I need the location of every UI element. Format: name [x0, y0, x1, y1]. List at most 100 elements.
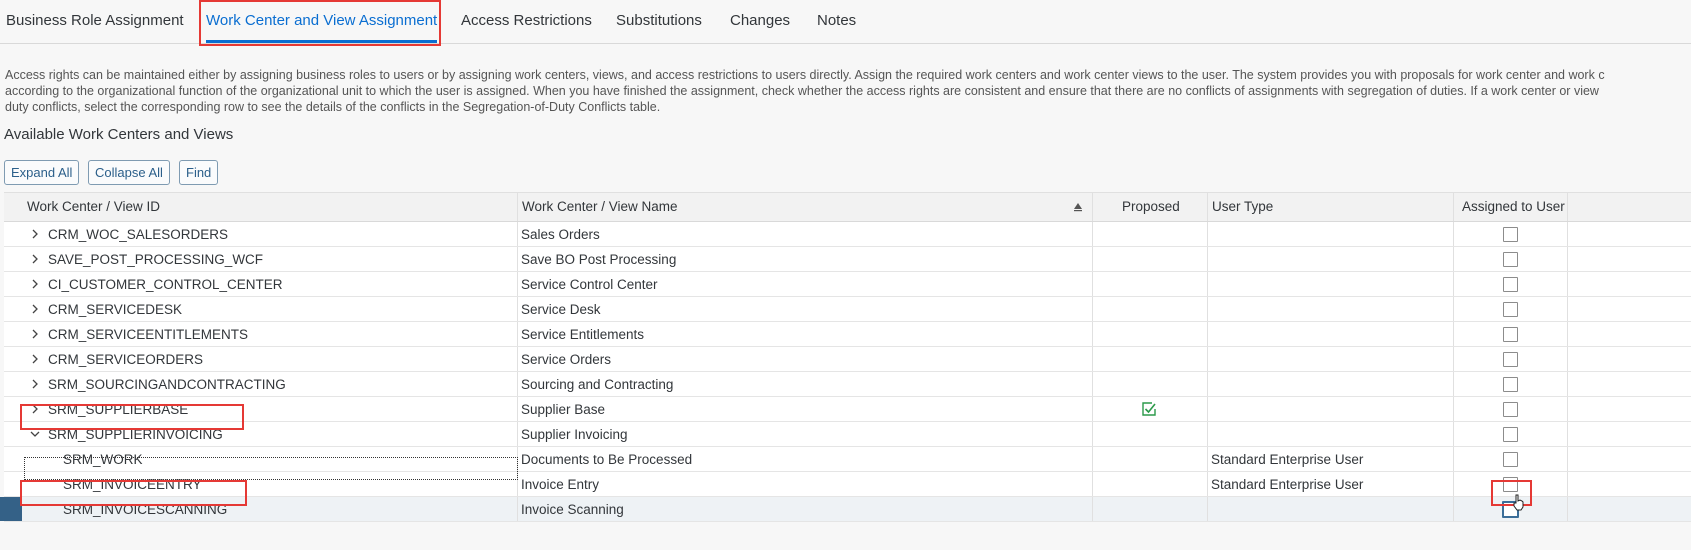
column-divider: [1567, 347, 1568, 371]
cell-id: CRM_WOC_SALESORDERS: [48, 227, 229, 242]
table-row[interactable]: SRM_INVOICEENTRY Invoice Entry Standard En…: [4, 472, 1691, 497]
assigned-checkbox[interactable]: [1503, 477, 1518, 492]
column-divider: [517, 372, 518, 396]
cell-name: Sales Orders: [521, 227, 600, 242]
cell-name: Invoice Entry: [521, 477, 600, 492]
column-divider: [1453, 347, 1454, 371]
table-row[interactable]: CRM_SERVICEDESK Service Desk: [4, 297, 1691, 322]
column-divider: [1092, 397, 1093, 421]
row-selection-marker[interactable]: [0, 497, 22, 521]
tab-access-restrictions[interactable]: Access Restrictions: [461, 0, 592, 44]
expand-all-button[interactable]: Expand All: [4, 160, 80, 185]
assigned-checkbox[interactable]: [1503, 277, 1518, 292]
column-divider: [1453, 247, 1454, 271]
column-divider: [517, 347, 518, 371]
tab-label: Changes: [730, 12, 791, 29]
column-divider: [1453, 372, 1454, 396]
assigned-checkbox[interactable]: [1503, 302, 1518, 317]
description-line: duty conflicts, select the corresponding…: [5, 100, 661, 114]
column-divider: [517, 447, 518, 471]
chevron-right-icon[interactable]: [30, 254, 40, 264]
column-divider: [517, 472, 518, 496]
column-header-user-type[interactable]: User Type: [1212, 193, 1273, 221]
column-divider: [1453, 497, 1454, 521]
table-row[interactable]: SRM_WORK Documents to Be Processed Standar…: [4, 447, 1691, 472]
assigned-checkbox[interactable]: [1503, 377, 1518, 392]
assigned-checkbox[interactable]: [1503, 427, 1518, 442]
table-row[interactable]: SRM_SUPPLIERBASE Supplier Base: [4, 397, 1691, 422]
column-divider: [1207, 447, 1208, 471]
column-header-id[interactable]: Work Center / View ID: [27, 193, 160, 221]
column-divider: [517, 272, 518, 296]
column-divider: [1567, 272, 1568, 296]
assigned-checkbox[interactable]: [1503, 402, 1518, 417]
tab-label: Work Center and View Assignment: [206, 12, 438, 29]
chevron-right-icon[interactable]: [30, 404, 40, 414]
tab-business-role-assignment[interactable]: Business Role Assignment: [6, 0, 184, 44]
table-row[interactable]: CRM_SERVICEENTITLEMENTS Service Entitleme…: [4, 322, 1691, 347]
active-tab-underline: [206, 40, 438, 43]
cell-id: SRM_SUPPLIERINVOICING: [48, 427, 223, 442]
cell-id: CRM_SERVICEENTITLEMENTS: [48, 327, 249, 342]
column-divider: [1207, 347, 1208, 371]
assigned-checkbox[interactable]: [1503, 352, 1518, 367]
chevron-right-icon[interactable]: [30, 354, 40, 364]
column-divider: [1567, 497, 1568, 521]
table-row[interactable]: SRM_INVOICESCANNING Invoice Scanning: [0, 497, 1691, 522]
assigned-checkbox[interactable]: [1503, 452, 1518, 467]
table-header: Work Center / View ID Work Center / View…: [4, 192, 1691, 222]
cell-name: Supplier Invoicing: [521, 427, 628, 442]
column-divider: [1453, 472, 1454, 496]
collapse-all-button[interactable]: Collapse All: [88, 160, 170, 185]
column-header-assigned[interactable]: Assigned to User: [1462, 193, 1565, 221]
column-divider: [517, 297, 518, 321]
chevron-right-icon[interactable]: [30, 329, 40, 339]
column-divider: [1453, 422, 1454, 446]
column-divider: [1567, 422, 1568, 446]
table-row[interactable]: SRM_SOURCINGANDCONTRACTING Sourcing and C…: [4, 372, 1691, 397]
column-divider: [1207, 297, 1208, 321]
cell-id: SRM_WORK: [63, 452, 143, 467]
table-row[interactable]: CRM_WOC_SALESORDERS Sales Orders: [4, 222, 1691, 247]
table-row[interactable]: CI_CUSTOMER_CONTROL_CENTER Service Contro…: [4, 272, 1691, 297]
chevron-right-icon[interactable]: [30, 379, 40, 389]
tab-notes[interactable]: Notes: [817, 0, 856, 44]
chevron-right-icon[interactable]: [30, 304, 40, 314]
column-divider: [1453, 272, 1454, 296]
sort-ascending-icon[interactable]: [1073, 202, 1083, 212]
column-divider: [517, 497, 518, 521]
column-divider: [1207, 247, 1208, 271]
column-divider: [1092, 193, 1093, 221]
table-row[interactable]: CRM_SERVICEORDERS Service Orders: [4, 347, 1691, 372]
column-divider: [1567, 322, 1568, 346]
cell-id: CRM_SERVICEORDERS: [48, 352, 204, 367]
tab-substitutions[interactable]: Substitutions: [616, 0, 702, 44]
tab-changes[interactable]: Changes: [730, 0, 790, 44]
column-header-name[interactable]: Work Center / View Name: [522, 193, 678, 221]
column-divider: [517, 397, 518, 421]
assigned-checkbox[interactable]: [1503, 227, 1518, 242]
column-divider: [1567, 397, 1568, 421]
column-divider: [1453, 193, 1454, 221]
assigned-checkbox[interactable]: [1503, 327, 1518, 342]
chevron-down-icon[interactable]: [30, 429, 40, 439]
chevron-right-icon[interactable]: [30, 229, 40, 239]
tab-work-center-view-assignment[interactable]: Work Center and View Assignment: [206, 0, 438, 44]
tab-bar: Business Role Assignment Work Center and…: [0, 0, 1691, 44]
column-divider: [1092, 422, 1093, 446]
column-divider: [1567, 247, 1568, 271]
assigned-checkbox[interactable]: [1503, 252, 1518, 267]
column-header-proposed[interactable]: Proposed: [1122, 193, 1180, 221]
chevron-right-icon[interactable]: [30, 279, 40, 289]
find-button[interactable]: Find: [179, 160, 219, 185]
column-divider: [1207, 222, 1208, 246]
cell-id: CRM_SERVICEDESK: [48, 302, 183, 317]
column-divider: [517, 322, 518, 346]
column-divider: [1092, 497, 1093, 521]
cell-id: SRM_SOURCINGANDCONTRACTING: [48, 377, 286, 392]
column-divider: [1567, 297, 1568, 321]
column-divider: [1567, 193, 1568, 221]
table-row[interactable]: SRM_SUPPLIERINVOICING Supplier Invoicing: [4, 422, 1691, 447]
table-row[interactable]: SAVE_POST_PROCESSING_WCF Save BO Post Pro…: [4, 247, 1691, 272]
column-divider: [1207, 372, 1208, 396]
